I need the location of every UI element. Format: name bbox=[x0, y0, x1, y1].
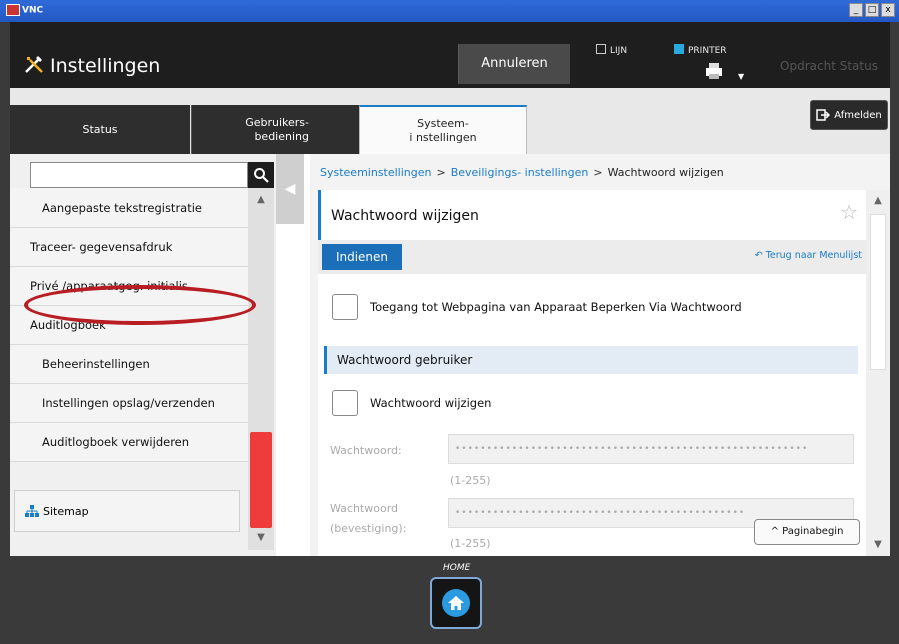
close-button[interactable]: x bbox=[881, 3, 895, 17]
sitemap-icon bbox=[25, 505, 39, 517]
sidebar-item-delete-audit-log[interactable]: Auditlogboek verwijderen bbox=[10, 423, 248, 462]
page-header: Wachtwoord wijzigen ☆ bbox=[318, 190, 866, 240]
collapse-arrow-icon: ◀ bbox=[284, 181, 296, 197]
chevron-down-icon[interactable]: ▼ bbox=[738, 72, 744, 81]
annotation-ellipse bbox=[24, 285, 256, 325]
sidebar-item-management-settings[interactable]: Beheerinstellingen bbox=[10, 345, 248, 384]
star-icon[interactable]: ☆ bbox=[840, 200, 858, 224]
cancel-button[interactable]: Annuleren bbox=[458, 44, 570, 84]
scroll-up-arrow-icon[interactable]: ▲ bbox=[866, 190, 890, 212]
collapse-sidebar-button[interactable]: ◀ bbox=[276, 154, 304, 224]
breadcrumb-current: Wachtwoord wijzigen bbox=[607, 166, 724, 179]
sitemap-label: Sitemap bbox=[43, 504, 89, 518]
vnc-logo-icon bbox=[6, 4, 20, 16]
confirm-password-label-line1: Wachtwoord bbox=[330, 502, 399, 515]
tab-user-operation[interactable]: Gebruikers-bediening bbox=[191, 105, 359, 154]
tab-system-settings[interactable]: Systeem-i nstellingen bbox=[359, 105, 527, 154]
tab-strip: Status Gebruikers-bediening Systeem-i ns… bbox=[10, 88, 890, 154]
back-label: Terug naar Menulijst bbox=[765, 250, 862, 261]
tools-icon bbox=[25, 56, 43, 73]
change-password-label: Wachtwoord wijzigen bbox=[370, 396, 492, 410]
tab-label: Systeem- bbox=[417, 116, 469, 130]
restrict-webpage-checkbox[interactable] bbox=[332, 294, 358, 320]
submit-button[interactable]: Indienen bbox=[322, 244, 402, 270]
search-button[interactable] bbox=[248, 162, 274, 188]
tab-status[interactable]: Status bbox=[10, 105, 190, 154]
main-panel: Systeeminstellingen > Beveiligings- instel… bbox=[310, 154, 890, 556]
sidebar-item-label: Traceer- gegevensafdruk bbox=[30, 240, 173, 254]
page-title: Wachtwoord wijzigen bbox=[331, 208, 479, 224]
confirm-password-hint: (1-255) bbox=[450, 537, 491, 550]
sitemap-link[interactable]: Sitemap bbox=[14, 490, 240, 532]
breadcrumb-separator: > bbox=[436, 166, 446, 179]
sidebar-menu: Aangepaste tekstregistratie Traceer- geg… bbox=[10, 188, 248, 462]
sidebar: Aangepaste tekstregistratie Traceer- geg… bbox=[10, 154, 276, 556]
line-indicator: LIJN bbox=[596, 44, 627, 56]
job-status-button[interactable]: Opdracht Status bbox=[768, 44, 890, 88]
back-to-menu-link[interactable]: ↶ Terug naar Menulijst bbox=[755, 250, 862, 261]
sidebar-scroll-thumb[interactable] bbox=[250, 432, 272, 528]
search-input[interactable] bbox=[30, 162, 248, 188]
window-controls: _ □ x bbox=[847, 3, 895, 17]
back-icon: ↶ bbox=[754, 250, 766, 261]
vnc-title: VNC bbox=[22, 5, 44, 16]
vnc-titlebar: VNC _ □ x bbox=[0, 0, 899, 22]
scroll-down-arrow-icon[interactable]: ▼ bbox=[866, 534, 890, 556]
line-label: LIJN bbox=[610, 46, 628, 56]
tab-label: i nstellingen bbox=[409, 130, 477, 144]
home-label: HOME bbox=[443, 563, 471, 573]
printer-label: PRINTER bbox=[688, 46, 727, 56]
logout-label: Afmelden bbox=[834, 109, 882, 121]
line-status-icon bbox=[596, 44, 606, 54]
breadcrumb-link-system-settings[interactable]: Systeeminstellingen bbox=[320, 166, 432, 179]
search-icon bbox=[254, 168, 269, 183]
page-top-button[interactable]: ^ Paginabegin bbox=[754, 519, 860, 545]
restrict-webpage-label: Toegang tot Webpagina van Apparaat Beper… bbox=[370, 300, 742, 314]
main-scroll-thumb[interactable] bbox=[870, 214, 886, 370]
scroll-up-arrow-icon[interactable]: ▲ bbox=[248, 188, 274, 212]
breadcrumb-separator: > bbox=[593, 166, 603, 179]
page-top-label: Paginabegin bbox=[782, 526, 844, 537]
maximize-button[interactable]: □ bbox=[865, 3, 879, 17]
logout-icon bbox=[816, 109, 831, 121]
home-icon bbox=[442, 589, 470, 617]
sidebar-item-storage-send[interactable]: Instellingen opslag/verzenden bbox=[10, 384, 248, 423]
main-scrollbar[interactable]: ▲ ▼ bbox=[866, 190, 890, 556]
chevron-up-icon: ^ bbox=[770, 526, 783, 537]
sidebar-item-label: Auditlogboek verwijderen bbox=[42, 435, 190, 449]
breadcrumb: Systeeminstellingen > Beveiligings- instel… bbox=[320, 166, 724, 179]
vnc-logo: VNC bbox=[6, 4, 43, 16]
printer-icon[interactable] bbox=[704, 62, 724, 80]
password-field[interactable]: ••••••••••••••••••••••••••••••••••••••••… bbox=[448, 434, 854, 464]
change-password-checkbox[interactable] bbox=[332, 390, 358, 416]
home-button[interactable] bbox=[430, 577, 482, 629]
action-bar: Indienen ↶ Terug naar Menulijst bbox=[318, 240, 866, 274]
sidebar-item-custom-text[interactable]: Aangepaste tekstregistratie bbox=[10, 188, 248, 228]
sidebar-scrollbar[interactable]: ▲ ▼ bbox=[248, 188, 274, 550]
sidebar-item-label: Beheerinstellingen bbox=[42, 357, 150, 371]
printer-indicator: PRINTER bbox=[674, 44, 727, 56]
tab-label: Gebruikers- bbox=[245, 115, 309, 129]
app-title: Instellingen bbox=[50, 55, 161, 77]
password-hint: (1-255) bbox=[450, 474, 491, 487]
printer-status-icon bbox=[674, 44, 684, 54]
logout-button[interactable]: Afmelden bbox=[810, 100, 888, 130]
breadcrumb-link-security-settings[interactable]: Beveiligings- instellingen bbox=[451, 166, 589, 179]
sidebar-item-label: Aangepaste tekstregistratie bbox=[42, 200, 203, 215]
password-label: Wachtwoord: bbox=[330, 444, 402, 457]
form-content: Toegang tot Webpagina van Apparaat Beper… bbox=[318, 274, 866, 556]
app-header: Instellingen Annuleren LIJN PRINTER ▼ Op… bbox=[10, 22, 890, 88]
minimize-button[interactable]: _ bbox=[849, 3, 863, 17]
device-screen: Instellingen Annuleren LIJN PRINTER ▼ Op… bbox=[10, 22, 890, 556]
tab-label: bediening bbox=[254, 129, 309, 143]
confirm-password-label-line2: (bevestiging): bbox=[330, 522, 407, 535]
section-user-password: Wachtwoord gebruiker bbox=[324, 346, 858, 374]
sidebar-item-label: Instellingen opslag/verzenden bbox=[42, 396, 215, 410]
scroll-down-arrow-icon[interactable]: ▼ bbox=[248, 526, 274, 550]
sidebar-item-trace-print[interactable]: Traceer- gegevensafdruk bbox=[10, 228, 248, 267]
tab-label: Status bbox=[82, 122, 118, 136]
